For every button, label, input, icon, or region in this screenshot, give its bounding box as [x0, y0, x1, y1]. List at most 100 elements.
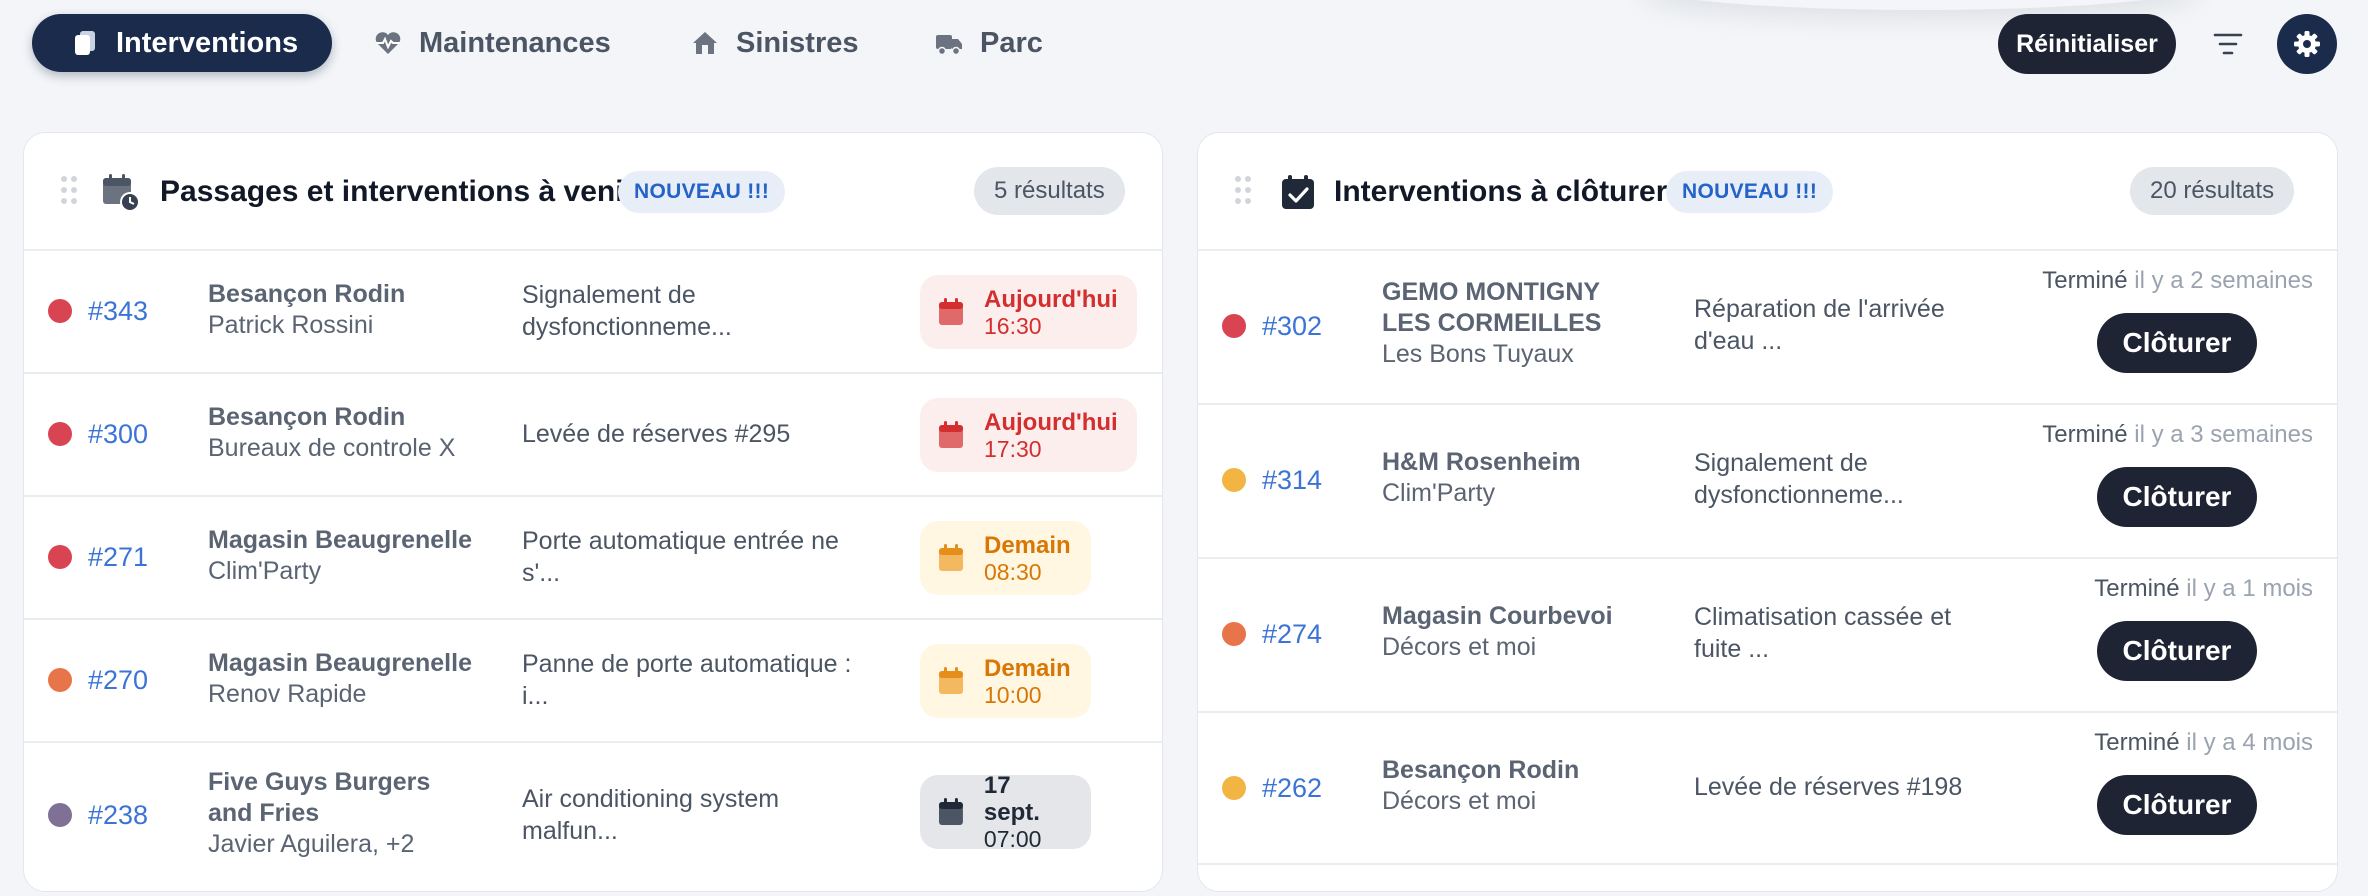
- site-name: Besançon Rodin: [1382, 756, 1580, 784]
- tab-parc[interactable]: Parc: [934, 14, 1043, 72]
- status-label: Terminé: [2094, 729, 2180, 756]
- drag-handle-icon[interactable]: [60, 175, 78, 205]
- contractor-name: Bureaux de controle X: [208, 434, 456, 462]
- description: Porte automatique entrée ne s'...: [522, 527, 839, 587]
- new-badge: NOUVEAU !!!: [1666, 171, 1834, 213]
- intervention-number[interactable]: #238: [88, 800, 148, 831]
- tab-label: Parc: [980, 26, 1043, 59]
- site-name: Magasin Beaugrenelle: [208, 526, 472, 554]
- list-item[interactable]: #238 Five Guys Burgers and Fries Javier …: [24, 741, 1162, 891]
- tab-label: Maintenances: [419, 26, 611, 59]
- contractor-name: Décors et moi: [1382, 787, 1537, 815]
- list-item[interactable]: #302 GEMO MONTIGNY LES CORMEILLES Les Bo…: [1198, 249, 2337, 403]
- heartbeat-icon: [375, 32, 401, 54]
- date-label: 17 sept.: [983, 772, 1040, 826]
- calendar-icon: [939, 544, 963, 571]
- calendar-clock-icon: [103, 174, 140, 212]
- header-shadow: [1640, 0, 2200, 10]
- contractor-name: Clim'Party: [208, 557, 322, 585]
- calendar-check-icon: [1282, 175, 1314, 209]
- site-info: Magasin Beaugrenelle Clim'Party: [208, 525, 472, 587]
- tab-label: Interventions: [116, 26, 299, 59]
- site-name: GEMO MONTIGNY LES CORMEILLES: [1382, 278, 1602, 337]
- close-intervention-button[interactable]: Clôturer: [2097, 313, 2257, 373]
- site-info: Five Guys Burgers and Fries Javier Aguil…: [208, 767, 478, 860]
- completion-status: Terminé il y a 2 semaines: [2042, 267, 2313, 295]
- contractor-name: Décors et moi: [1382, 633, 1537, 661]
- house-icon: [693, 32, 717, 54]
- top-navigation: Interventions Maintenances Sinistres Par…: [0, 0, 2368, 90]
- description: Levée de réserves #198: [1694, 773, 1963, 801]
- results-count: 5 résultats: [974, 167, 1125, 215]
- description: Signalement de dysfonctionneme...: [1694, 449, 1904, 509]
- tab-maintenances[interactable]: Maintenances: [373, 14, 611, 72]
- status-dot: [48, 299, 72, 323]
- site-info: Besançon Rodin Bureaux de controle X: [208, 402, 455, 464]
- intervention-number[interactable]: #343: [88, 296, 148, 327]
- status-dot: [48, 803, 72, 827]
- contractor-name: Les Bons Tuyaux: [1382, 340, 1574, 368]
- status-dot: [1222, 776, 1246, 800]
- date-time: 07:00: [983, 826, 1042, 852]
- settings-button[interactable]: [2277, 14, 2337, 74]
- date-badge: Demain 10:00: [920, 644, 1091, 718]
- description: Climatisation cassée et fuite ...: [1694, 603, 1952, 663]
- filter-button[interactable]: [2208, 24, 2248, 64]
- description: Levée de réserves #295: [522, 420, 791, 448]
- status-ago: il y a 1 mois: [2186, 575, 2313, 602]
- intervention-number[interactable]: #271: [88, 542, 148, 573]
- date-badge: Aujourd'hui 17:30: [920, 398, 1137, 472]
- tab-sinistres[interactable]: Sinistres: [690, 14, 859, 72]
- list-item[interactable]: #274 Magasin Courbevoi Décors et moi Cli…: [1198, 557, 2337, 711]
- date-time: 10:00: [984, 681, 1042, 708]
- calendar-icon: [939, 421, 963, 448]
- status-label: Terminé: [2042, 267, 2128, 294]
- site-name: Magasin Courbevoi: [1382, 602, 1613, 630]
- intervention-number[interactable]: #314: [1262, 465, 1322, 496]
- contractor-name: Renov Rapide: [208, 680, 367, 708]
- date-badge: 17 sept. 07:00: [920, 772, 1091, 852]
- close-intervention-button[interactable]: Clôturer: [2097, 467, 2257, 527]
- list-item[interactable]: #300 Besançon Rodin Bureaux de controle …: [24, 372, 1162, 495]
- list-item[interactable]: #262 Besançon Rodin Décors et moi Levée …: [1198, 711, 2337, 865]
- status-dot: [48, 668, 72, 692]
- list-item[interactable]: #271 Magasin Beaugrenelle Clim'Party Por…: [24, 495, 1162, 618]
- site-info: Besançon Rodin Patrick Rossini: [208, 279, 405, 341]
- status-dot: [1222, 468, 1246, 492]
- intervention-number[interactable]: #302: [1262, 311, 1322, 342]
- gear-icon: [2294, 31, 2320, 57]
- truck-icon: [936, 35, 962, 56]
- list-item[interactable]: #270 Magasin Beaugrenelle Renov Rapide P…: [24, 618, 1162, 741]
- site-name: Five Guys Burgers and Fries: [208, 768, 431, 827]
- site-name: Besançon Rodin: [208, 280, 406, 308]
- reset-button[interactable]: Réinitialiser: [1998, 14, 2176, 74]
- intervention-number[interactable]: #274: [1262, 619, 1322, 650]
- contractor-name: Javier Aguilera, +2: [208, 830, 415, 858]
- results-count: 20 résultats: [2130, 167, 2295, 215]
- completion-status: Terminé il y a 1 mois: [2094, 575, 2313, 603]
- date-badge: Aujourd'hui 16:30: [920, 275, 1137, 349]
- date-time: 16:30: [984, 312, 1042, 339]
- date-label: Aujourd'hui: [984, 408, 1118, 436]
- contractor-name: Patrick Rossini: [208, 311, 374, 339]
- intervention-number[interactable]: #300: [88, 419, 148, 450]
- tab-interventions[interactable]: Interventions: [32, 14, 333, 72]
- close-intervention-button[interactable]: Clôturer: [2097, 775, 2257, 835]
- contractor-name: Clim'Party: [1382, 479, 1496, 507]
- list-item[interactable]: #314 H&M Rosenheim Clim'Party Signalemen…: [1198, 403, 2337, 557]
- date-label: Demain: [984, 654, 1071, 682]
- status-ago: il y a 4 mois: [2186, 729, 2313, 756]
- drag-handle-icon[interactable]: [1234, 175, 1252, 205]
- close-intervention-button[interactable]: Clôturer: [2097, 621, 2257, 681]
- site-name: H&M Rosenheim: [1382, 448, 1581, 476]
- description: Panne de porte automatique : i...: [522, 650, 852, 710]
- intervention-number[interactable]: #270: [88, 665, 148, 696]
- list-item[interactable]: #343 Besançon Rodin Patrick Rossini Sign…: [24, 249, 1162, 372]
- intervention-number[interactable]: #262: [1262, 773, 1322, 804]
- panel-header: Passages et interventions à venir NOUVEA…: [24, 133, 1162, 249]
- filter-icon: [2213, 33, 2243, 55]
- site-info: GEMO MONTIGNY LES CORMEILLES Les Bons Tu…: [1382, 277, 1652, 370]
- site-info: H&M Rosenheim Clim'Party: [1382, 447, 1581, 509]
- panel-header: Interventions à clôturer NOUVEAU !!! 20 …: [1198, 133, 2337, 249]
- status-dot: [48, 422, 72, 446]
